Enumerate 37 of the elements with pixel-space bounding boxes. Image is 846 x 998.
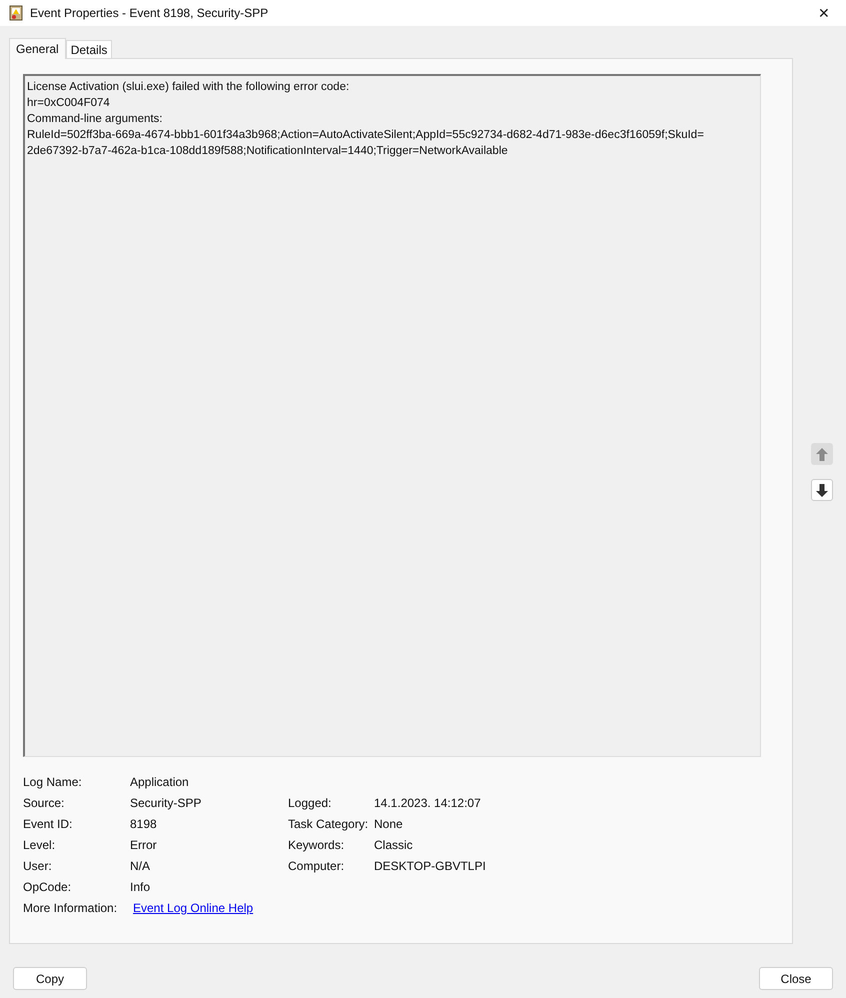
field-label: More Information:: [23, 900, 118, 916]
field-label: OpCode:: [23, 879, 72, 895]
field-label: Log Name:: [23, 774, 83, 790]
message-line: Command-line arguments:: [27, 112, 164, 127]
field-label: Source:: [23, 795, 66, 811]
field-value: Application: [130, 774, 189, 790]
field-value: 8198: [130, 816, 157, 832]
field-value: DESKTOP-GBVTLPI: [374, 858, 486, 874]
message-line: License Activation (slui.exe) failed with the following error code:: [27, 80, 350, 95]
next-event-button[interactable]: [811, 479, 833, 501]
event-log-icon: [9, 5, 23, 21]
up-arrow-icon: [816, 448, 828, 460]
field-value: Info: [130, 879, 150, 895]
field-label: Computer:: [288, 858, 346, 874]
close-dialog-button[interactable]: Close: [759, 967, 833, 990]
field-value: Classic: [374, 837, 413, 853]
field-value: Error: [130, 837, 157, 853]
field-value: N/A: [130, 858, 150, 874]
message-line: hr=0xC004F074: [27, 96, 111, 111]
field-value: None: [374, 816, 403, 832]
field-label: User:: [23, 858, 53, 874]
message-line: 2de67392-b7a7-462a-b1ca-108dd189f588;NotificationInterval=1440;Trigger=NetworkAvailable: [27, 144, 509, 159]
tab[interactable]: General: [9, 38, 66, 59]
copy-button[interactable]: Copy: [13, 967, 87, 990]
down-arrow-icon: [816, 484, 828, 496]
tab[interactable]: Details: [66, 40, 112, 58]
field-value: 14.1.2023. 14:12:07: [374, 795, 481, 811]
help-link[interactable]: Event Log Online Help: [133, 900, 254, 916]
field-label: Logged:: [288, 795, 332, 811]
window-title: Event Properties - Event 8198, Security-SPP: [30, 5, 268, 22]
field-label: Event ID:: [23, 816, 74, 832]
field-label: Keywords:: [288, 837, 346, 853]
close-button[interactable]: ✕: [812, 1, 836, 25]
field-value: Security-SPP: [130, 795, 202, 811]
message-line: RuleId=502ff3ba-669a-4674-bbb1-601f34a3b968;Action=AutoActivateSilent;AppId=55c92734-d682-4d71-983e-d6ec3f16059f;SkuId=: [27, 128, 705, 143]
field-label: Level:: [23, 837, 56, 853]
field-label: Task Category:: [288, 816, 370, 832]
